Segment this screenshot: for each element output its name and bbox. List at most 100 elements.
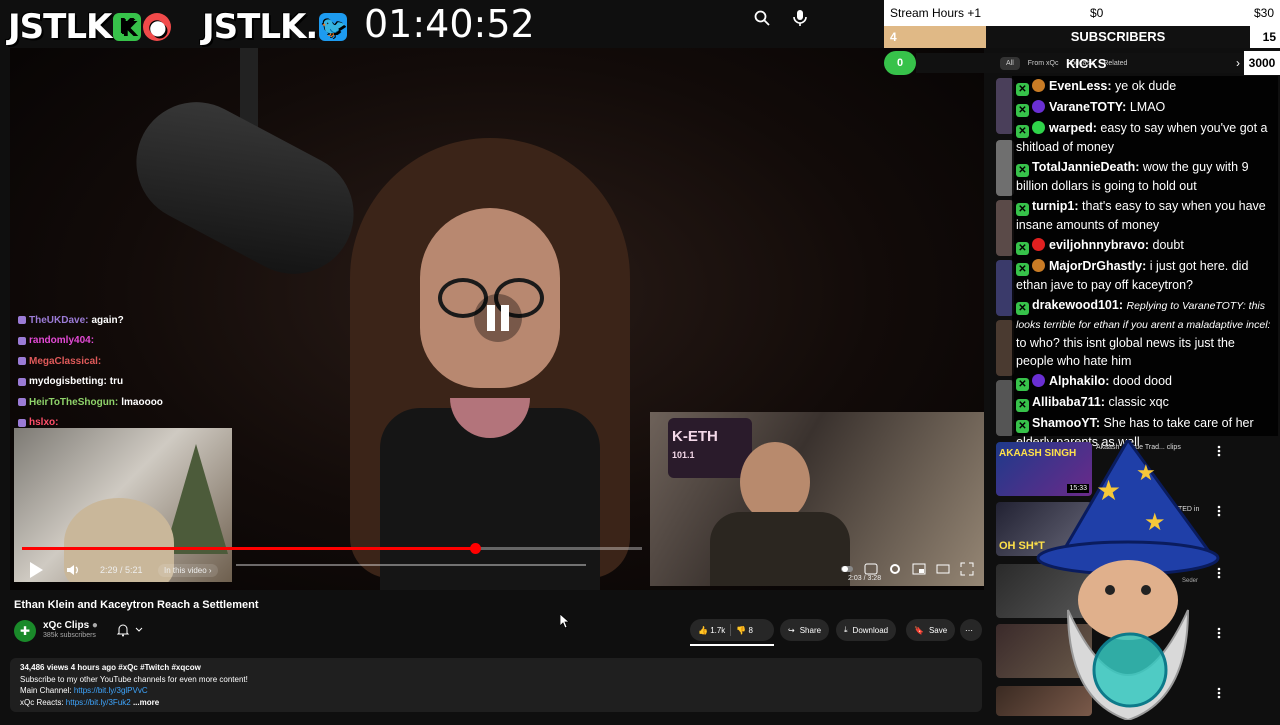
channel-name[interactable]: xQc Clips ● — [43, 620, 98, 631]
chevron-right-icon[interactable]: › — [1236, 56, 1240, 70]
chat-text: to who? this isnt global news its just t… — [1016, 336, 1235, 368]
kick-badge-icon: ✕ — [1016, 203, 1029, 216]
pause-button[interactable] — [474, 294, 522, 342]
chat-message: ✕ VaraneTOTY: LMAO — [1012, 97, 1278, 118]
filter-chip-related[interactable]: Related — [1103, 60, 1127, 67]
overlay-chat-message: MegaClassical: — [18, 351, 238, 372]
user-badge-icon — [1032, 121, 1045, 134]
kick-badge-icon: ✕ — [1016, 420, 1029, 433]
chat-username[interactable]: Alphakilo: — [1049, 374, 1109, 388]
chat-username[interactable]: VaraneTOTY: — [1049, 100, 1126, 114]
download-button[interactable]: ⤓ Download — [836, 619, 897, 641]
kick-badge-icon: ✕ — [1016, 263, 1029, 276]
chat-username[interactable]: MajorDrGhastly: — [1049, 259, 1146, 273]
stream-hud: Stream Hours +1 $0 $30 4 SUBSCRIBERS 15 … — [884, 0, 1280, 76]
search-icon[interactable] — [748, 4, 776, 32]
chat-username[interactable]: ShamooYT: — [1032, 416, 1100, 430]
filter-chip-xqc[interactable]: From xQc — [1028, 60, 1059, 67]
player-right-controls — [840, 562, 974, 576]
chat-username[interactable]: turnip1: — [1032, 199, 1079, 213]
description-meta: 34,486 views 4 hours ago #xQc #Twitch #x… — [20, 663, 201, 672]
subs-label: SUBSCRIBERS — [1070, 29, 1166, 44]
overlay-chat-username: mydogisbetting: — [29, 376, 107, 388]
reacts-link[interactable]: https://bit.ly/3Fuk2 — [66, 698, 131, 707]
settings-gear-icon[interactable] — [888, 562, 902, 576]
chat-username[interactable]: EvenLess: — [1049, 79, 1112, 93]
chat-text: ye ok dude — [1115, 79, 1177, 93]
theater-icon[interactable] — [936, 562, 950, 576]
channel-subscribers: 385k subscribers — [43, 632, 96, 639]
video-title: Ethan Klein and Kaceytron Reach a Settle… — [14, 599, 259, 611]
kick-badge-icon: ✕ — [1016, 302, 1029, 315]
captions-icon[interactable] — [864, 562, 878, 576]
volume-icon[interactable] — [66, 563, 80, 577]
chat-badge-icon — [18, 398, 26, 407]
kicks-label: KICKS — [1066, 56, 1107, 71]
svg-text:★: ★ — [1144, 508, 1166, 536]
overlay-chat-text: tru — [109, 376, 124, 388]
autoplay-toggle-icon[interactable] — [840, 562, 854, 576]
subs-goal: 15 — [1250, 26, 1280, 48]
chat-badge-icon — [18, 357, 26, 366]
chat-message: ✕ warped: easy to say when you've got a s… — [1012, 118, 1278, 157]
subs-count: 4 — [884, 26, 986, 48]
record-icon: ● — [143, 13, 172, 41]
more-actions-button[interactable]: ⋯ — [960, 619, 982, 641]
chat-username[interactable]: warped: — [1049, 121, 1097, 135]
kick-badge-icon: K — [113, 13, 142, 41]
stream-timer: 01:40:52 — [364, 2, 535, 46]
save-button[interactable]: 🔖 Save — [906, 619, 956, 641]
share-icon: ↪ — [788, 625, 795, 635]
kicks-bar: All From xQc Podcasts Related KICKS › — [916, 53, 1244, 73]
kick-badge-icon: ✕ — [1016, 83, 1029, 96]
description-line: Subscribe to my other YouTube channels f… — [20, 674, 248, 684]
reacts-line: xQc Reacts: https://bit.ly/3Fuk2 ...more — [20, 697, 160, 707]
chat-text: dood dood — [1112, 374, 1172, 388]
more-link[interactable]: ...more — [133, 698, 159, 707]
stream-hours-label: Stream Hours +1 — [890, 6, 982, 20]
like-button[interactable]: 👍 1.7k — [698, 626, 725, 635]
chat-text: LMAO — [1129, 100, 1166, 114]
chat-text: classic xqc — [1108, 395, 1169, 409]
overlay-chat-username: randomly404: — [29, 335, 95, 347]
chat-message: ✕ MajorDrGhastly: i just got here. did et… — [1012, 256, 1278, 295]
description-box[interactable]: 34,486 views 4 hours ago #xQc #Twitch #x… — [10, 658, 982, 712]
progress-scrubber[interactable] — [469, 543, 481, 554]
kick-badge-icon: ✕ — [1016, 378, 1029, 391]
channel-avatar[interactable]: ✚ — [14, 620, 36, 642]
svg-text:★: ★ — [1136, 461, 1156, 486]
webcam-xqc — [14, 428, 232, 582]
inset-time: 2:03 / 3:28 — [848, 575, 882, 582]
chat-username[interactable]: TotalJannieDeath: — [1032, 160, 1139, 174]
progress-fill — [22, 547, 475, 550]
kick-badge-icon: ✕ — [1016, 104, 1029, 117]
chat-username[interactable]: eviljohnnybravo: — [1049, 238, 1149, 252]
fullscreen-icon[interactable] — [960, 562, 974, 576]
wizard-mascot: ★ ★ ★ — [1018, 437, 1238, 722]
in-this-video-chip[interactable]: In this video › — [158, 564, 218, 577]
share-button[interactable]: ↪ Share — [780, 619, 830, 641]
kick-badge-icon: ✕ — [1016, 164, 1029, 177]
user-badge-icon — [1032, 238, 1045, 251]
main-channel-line: Main Channel: https://bit.ly/3glPVvC — [20, 686, 148, 695]
kicks-row: 0 All From xQc Podcasts Related KICKS › … — [884, 51, 1280, 75]
overlay-chat-text: lmaoooo — [121, 396, 163, 408]
inset-video-ethan: K-ETH 101.1 — [650, 412, 984, 586]
more-icon: ⋯ — [965, 625, 973, 635]
overlay-chat-username: HeirToTheShogun: — [29, 396, 119, 408]
miniplayer-icon[interactable] — [912, 562, 926, 576]
kick-badge-icon: ✕ — [1016, 242, 1029, 255]
overlay-chat-username: TheUKDave: — [29, 314, 89, 326]
main-channel-link[interactable]: https://bit.ly/3glPVvC — [74, 686, 148, 695]
dislike-button[interactable]: 👎 8 — [736, 626, 753, 635]
chat-username[interactable]: Allibaba711: — [1032, 395, 1105, 409]
kicks-count: 0 — [884, 51, 916, 75]
notification-bell-button[interactable] — [116, 621, 152, 639]
chat-username[interactable]: drakewood101: — [1032, 298, 1123, 312]
download-icon: ⤓ — [844, 625, 848, 634]
overlay-chat-message: TheUKDave: again? — [18, 310, 238, 331]
logo-text-2: JSTLK. — [202, 7, 318, 47]
microphone-icon[interactable] — [786, 4, 814, 32]
filter-chip-all[interactable]: All — [1000, 56, 1020, 70]
play-icon[interactable] — [30, 562, 43, 578]
